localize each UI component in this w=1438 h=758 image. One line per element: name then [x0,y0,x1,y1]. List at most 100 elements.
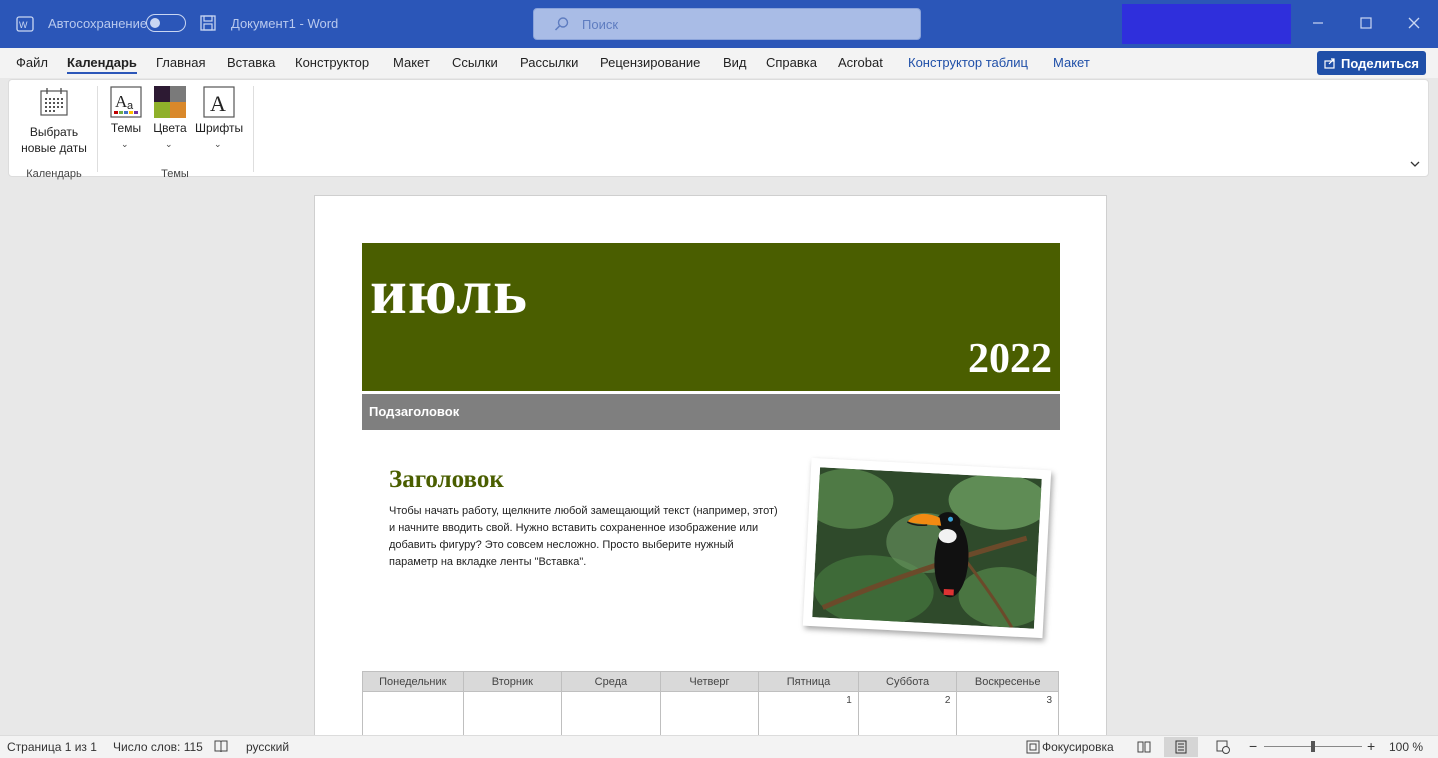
web-layout-icon [1216,740,1230,754]
tab-mailings[interactable]: Рассылки [520,55,578,70]
share-button[interactable]: Поделиться [1317,51,1426,75]
themes-label: Темы [110,121,142,135]
subtitle-bar: Подзаголовок [362,394,1060,430]
heading[interactable]: Заголовок [389,466,504,494]
calendar-icon [40,88,68,116]
zoom-slider[interactable] [1264,741,1362,752]
fonts-button[interactable]: A Шрифты ⌄ [195,84,243,150]
day-cell[interactable]: 1 [758,691,859,741]
zoom-slider-thumb[interactable] [1311,741,1315,752]
title-bar: W Автосохранение Документ1 - Word Поиск [0,0,1438,48]
svg-text:W: W [19,20,28,30]
search-placeholder: Поиск [582,17,619,32]
weekday-thursday[interactable]: Четверг [659,671,760,692]
day-cell[interactable] [462,691,563,741]
proofing-book-icon[interactable] [214,740,228,753]
tab-view[interactable]: Вид [723,55,747,70]
collapse-ribbon-icon[interactable] [1409,158,1421,170]
colors-icon [154,86,186,118]
toucan-photo[interactable] [802,457,1052,639]
tab-file[interactable]: Файл [16,55,48,70]
share-icon [1324,58,1335,69]
weekday-wednesday[interactable]: Среда [561,671,661,692]
day-cell[interactable] [362,691,464,741]
chevron-down-icon: ⌄ [121,139,129,149]
weekday-header-row: Понедельник Вторник Среда Четверг Пятниц… [362,671,1059,692]
svg-text:a: a [127,100,134,112]
tab-table-layout[interactable]: Макет [1053,55,1090,70]
day-cell[interactable]: 3 [956,691,1059,741]
svg-text:A: A [210,91,226,116]
zoom-level[interactable]: 100 % [1389,740,1423,754]
toucan-image [812,467,1042,629]
group-separator [97,86,98,172]
group-label-calendar: Календарь [26,168,82,180]
chevron-down-icon: ⌄ [214,139,222,149]
chevron-down-icon: ⌄ [165,139,173,149]
themes-icon: A a [110,86,142,118]
day-cell[interactable] [561,691,661,741]
share-label: Поделиться [1341,56,1420,71]
tab-layout[interactable]: Макет [393,55,430,70]
weekday-sunday[interactable]: Воскресенье [956,671,1059,692]
ribbon-tabs: Файл Календарь Главная Вставка Конструкт… [0,48,1438,78]
weekday-tuesday[interactable]: Вторник [462,671,563,692]
body-text[interactable]: Чтобы начать работу, щелкните любой заме… [389,503,784,571]
focus-icon[interactable] [1026,740,1040,754]
document-title: Документ1 - Word [231,16,339,31]
tab-review[interactable]: Рецензирование [600,55,700,70]
fonts-label: Шрифты [195,121,244,135]
themes-button[interactable]: A a Темы ⌄ [107,84,145,150]
account-area[interactable] [1122,4,1291,44]
weekday-friday[interactable]: Пятница [758,671,859,692]
print-layout-button[interactable] [1164,737,1198,757]
page-count[interactable]: Страница 1 из 1 [7,740,97,754]
focus-label[interactable]: Фокусировка [1042,740,1114,754]
tab-calendar[interactable]: Календарь [67,55,137,74]
maximize-icon[interactable] [1355,12,1377,34]
select-new-dates-button[interactable]: Выбрать новые даты [15,84,93,156]
tab-insert[interactable]: Вставка [227,55,275,70]
search-icon [554,17,569,31]
tab-help[interactable]: Справка [766,55,817,70]
search-input[interactable]: Поиск [533,8,921,40]
zoom-out-icon[interactable]: − [1249,738,1257,754]
web-layout-button[interactable] [1206,737,1240,757]
zoom-in-icon[interactable]: + [1367,738,1375,754]
calendar-week-row: 1 2 3 [362,691,1059,741]
weekday-saturday[interactable]: Суббота [857,671,958,692]
save-icon[interactable] [200,15,216,31]
colors-button[interactable]: Цвета ⌄ [151,84,189,150]
fonts-icon: A [203,86,235,118]
autosave-toggle[interactable] [146,14,186,32]
minimize-icon[interactable] [1307,12,1329,34]
status-bar: Страница 1 из 1 Число слов: 115 русский … [0,735,1438,758]
tab-design[interactable]: Конструктор [295,55,369,70]
calendar-table: Понедельник Вторник Среда Четверг Пятниц… [362,671,1059,741]
close-icon[interactable] [1403,12,1425,34]
language[interactable]: русский [246,740,289,754]
month-title[interactable]: июль [370,255,528,329]
read-mode-button[interactable] [1127,737,1161,757]
read-mode-icon [1137,741,1151,753]
autosave-label: Автосохранение [48,16,148,31]
day-cell[interactable] [659,691,760,741]
day-cell[interactable]: 2 [857,691,958,741]
tab-home[interactable]: Главная [156,55,205,70]
year-title[interactable]: 2022 [968,335,1052,383]
tab-references[interactable]: Ссылки [452,55,498,70]
subtitle[interactable]: Подзаголовок [369,404,459,419]
select-dates-line1: Выбрать [29,125,79,139]
ribbon-panel: Выбрать новые даты Календарь A a Темы ⌄ … [8,79,1429,180]
month-banner: июль 2022 [362,243,1060,391]
word-count[interactable]: Число слов: 115 [113,740,203,754]
group-label-themes: Темы [161,168,189,180]
weekday-monday[interactable]: Понедельник [362,671,464,692]
colors-label: Цвета [153,121,187,135]
group-separator [253,86,254,172]
select-dates-line2: новые даты [21,141,87,155]
tab-acrobat[interactable]: Acrobat [838,55,883,70]
word-app-icon: W [16,16,34,32]
document-page[interactable]: июль 2022 Подзаголовок Заголовок Чтобы н… [314,195,1107,755]
tab-table-design[interactable]: Конструктор таблиц [908,55,1028,70]
